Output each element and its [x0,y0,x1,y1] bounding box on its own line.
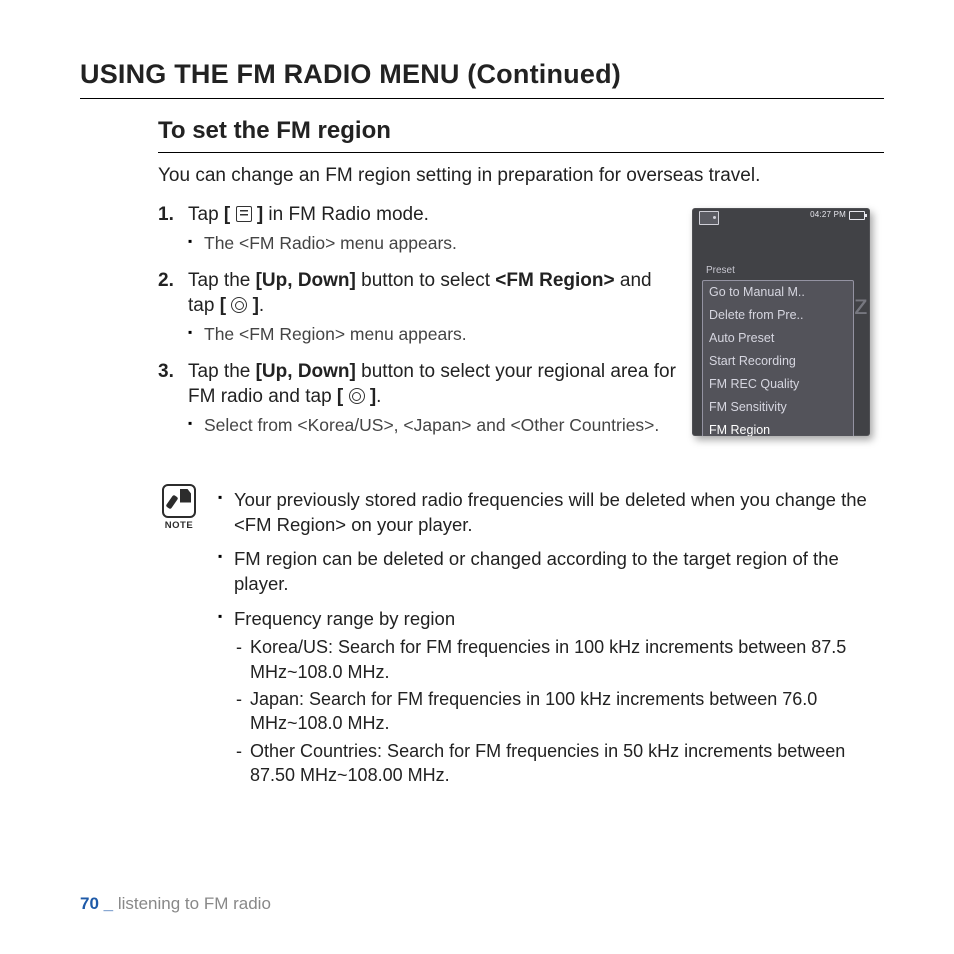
dash-line: Korea/US: Search for FM frequencies in 1… [236,635,884,684]
menu-item: Delete from Pre.. [703,304,853,327]
step-text: Tap the [188,361,256,382]
bold-text: [Up, Down] [256,270,356,291]
note-label: NOTE [158,520,200,533]
freq-range: Japan: Search for FM frequencies in 100 … [250,689,817,733]
step-text: in FM Radio mode. [263,204,429,225]
step-text: button to select [356,270,495,291]
footer-section: listening to FM radio [118,894,271,913]
menu-item: Auto Preset [703,327,853,350]
menu-item: FM REC Quality [703,373,853,396]
step-text: Tap the [188,270,256,291]
step-text: . [259,295,264,316]
sub-bullet: Select from <Korea/US>, <Japan> and <Oth… [188,414,678,438]
page-footer: 70 _ listening to FM radio [80,893,271,916]
page-number: 70 [80,894,99,913]
select-icon [349,388,365,404]
bracket: [ [220,295,226,316]
step-2: 2. Tap the [Up, Down] button to select <… [158,268,678,347]
battery-icon [849,211,865,220]
preset-label: Preset [706,264,735,278]
step-text: Tap [188,204,224,225]
menu-icon [236,206,252,222]
note-bullet: Your previously stored radio frequencies… [218,488,884,538]
intro-text: You can change an FM region setting in p… [158,163,884,189]
step-3: 3. Tap the [Up, Down] button to select y… [158,359,678,438]
step-number: 3. [158,359,174,385]
dash-line: Other Countries: Search for FM frequenci… [236,739,884,788]
dash-line: Japan: Search for FM frequencies in 100 … [236,687,884,736]
note-bullet: Frequency range by region Korea/US: Sear… [218,607,884,787]
step-number: 1. [158,202,174,228]
device-screenshot: 04:27 PM Preset Hz Go to Manual M..Delet… [692,208,870,436]
sub-bullet: The <FM Region> menu appears. [188,323,678,347]
select-icon [231,297,247,313]
bracket: [ [224,204,230,225]
note-bullet: FM region can be deleted or changed acco… [218,547,884,597]
footer-sep: _ [99,894,118,913]
menu-item: Start Recording [703,350,853,373]
step-1: 1. Tap [ ] in FM Radio mode. The <FM Rad… [158,202,678,255]
bold-text: [Up, Down] [256,361,356,382]
menu-item: FM Sensitivity [703,396,853,419]
radio-icon [699,211,719,225]
section-heading: To set the FM region [158,115,884,152]
freq-range: Korea/US: Search for FM frequencies in 1… [250,637,846,681]
status-time: 04:27 PM [810,210,846,221]
menu-item: FM Region [703,419,853,437]
menu-item: Go to Manual M.. [703,281,853,304]
menu-panel: Go to Manual M..Delete from Pre..Auto Pr… [702,280,854,436]
note-icon [162,484,196,518]
note-text: Frequency range by region [234,608,455,629]
sub-bullet: The <FM Radio> menu appears. [188,232,678,256]
bold-text: <FM Region> [495,270,614,291]
page-heading: USING THE FM RADIO MENU (Continued) [80,56,884,99]
freq-range: Other Countries: Search for FM frequenci… [250,741,845,785]
bracket: [ [337,386,343,407]
step-number: 2. [158,268,174,294]
step-text: . [376,386,381,407]
